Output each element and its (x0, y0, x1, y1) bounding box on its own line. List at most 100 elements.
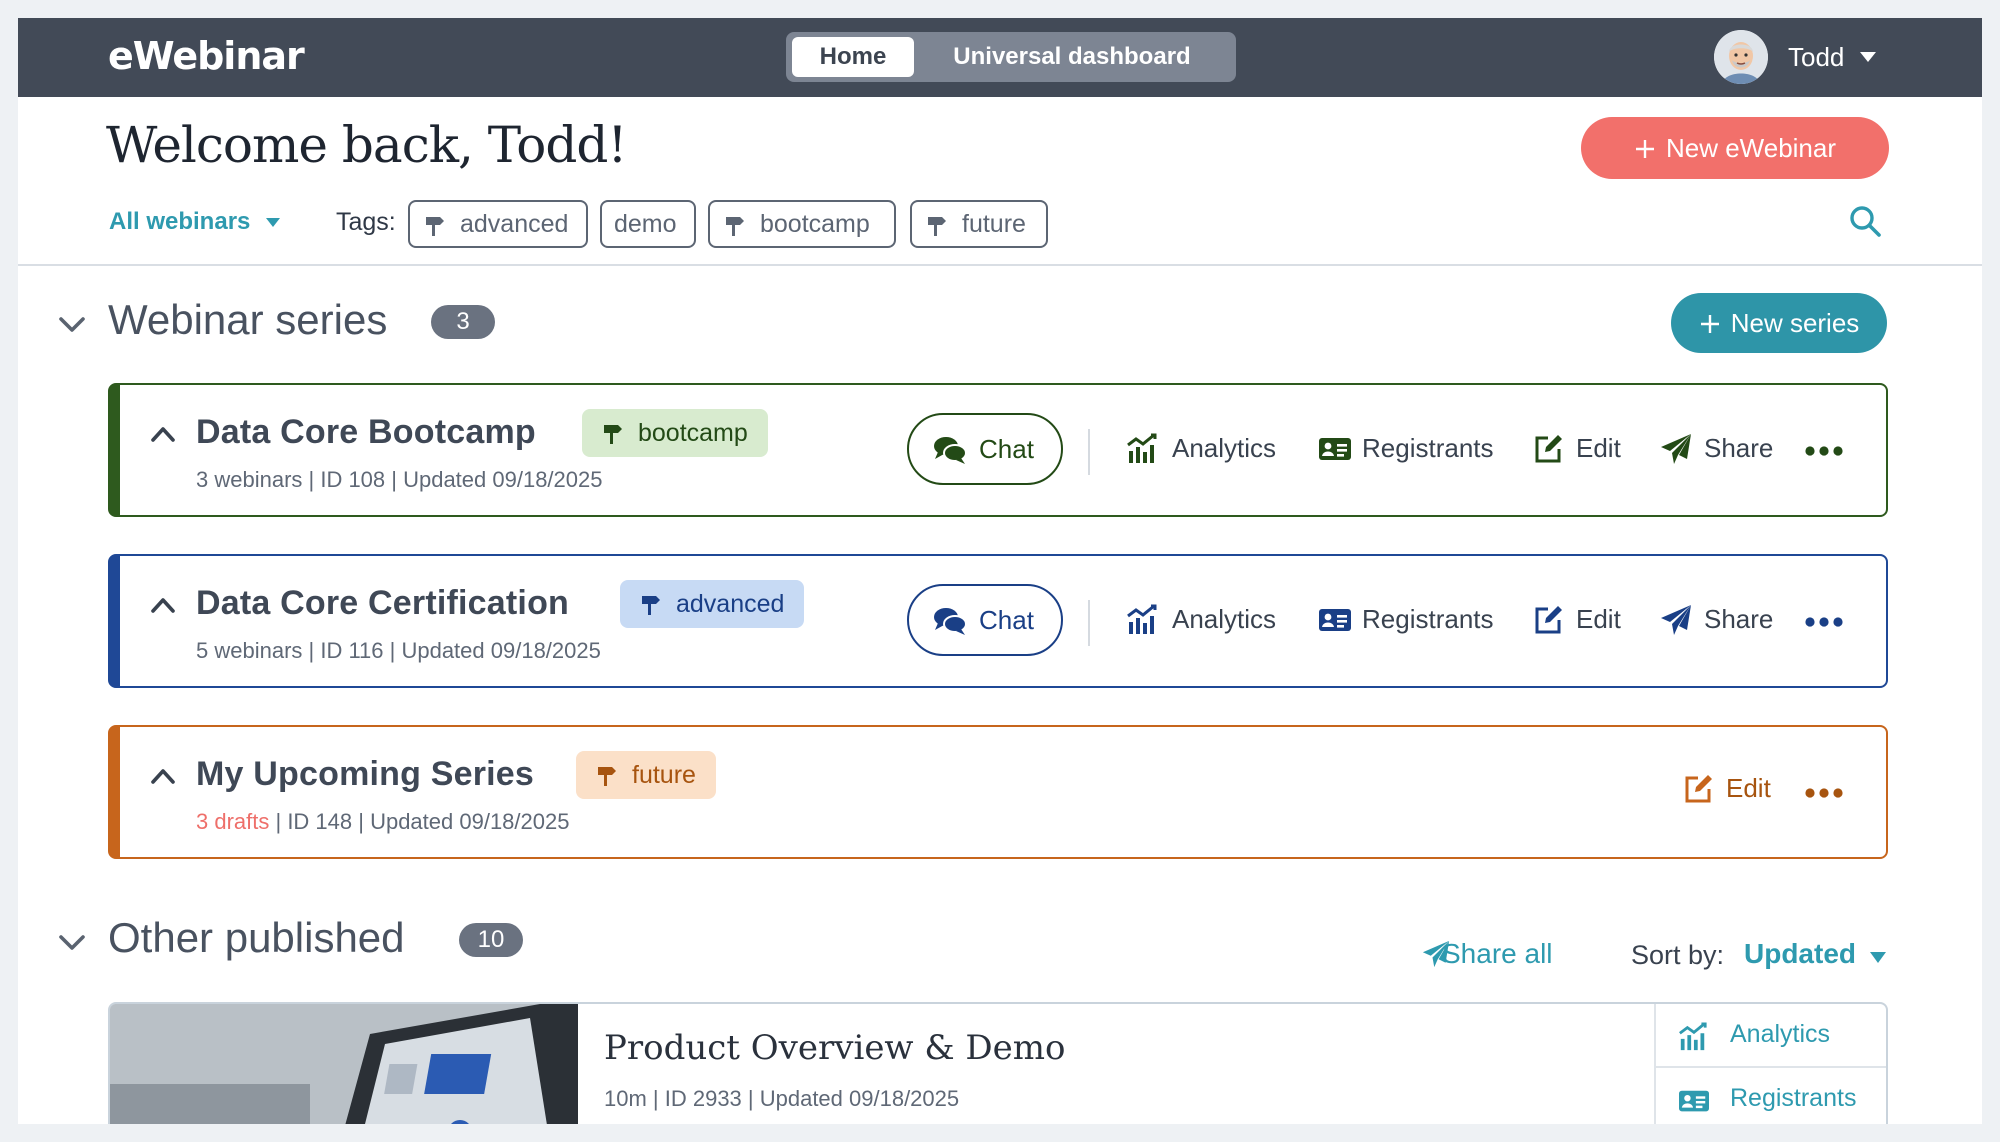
ewebinar-logo[interactable]: eWebinar (108, 34, 305, 78)
id-card-icon (1319, 438, 1351, 460)
tag-filter-demo[interactable]: demo (600, 200, 696, 248)
actions-divider (1088, 429, 1090, 475)
signpost-icon (726, 217, 744, 236)
analytics-link[interactable]: Analytics (1656, 1004, 1886, 1066)
series-card-my-upcoming-series[interactable]: My Upcoming Series future 3 drafts | ID … (108, 725, 1888, 859)
series-count-badge: 3 (431, 305, 495, 339)
analytics-label: Analytics (1730, 1020, 1831, 1048)
tag-filter-advanced[interactable]: advanced (408, 200, 588, 248)
tag-label: demo (614, 210, 677, 238)
webinar-card-product-overview[interactable]: Product Overview & Demo 10m | ID 2933 | … (108, 1002, 1888, 1124)
new-ewebinar-button[interactable]: New eWebinar (1581, 117, 1889, 179)
search-icon[interactable] (1848, 204, 1882, 238)
edit-link[interactable]: Edit (1532, 433, 1632, 467)
app-window: eWebinar Home Universal dashboard Todd W… (18, 18, 1982, 1124)
analytics-label: Analytics (1172, 433, 1277, 463)
sort-dropdown[interactable]: Updated (1744, 938, 1856, 970)
tab-home[interactable]: Home (792, 37, 914, 77)
series-webinar-count: 3 webinars (196, 467, 303, 492)
analytics-chart-icon (1127, 604, 1157, 634)
chevron-down-icon[interactable] (1870, 952, 1886, 963)
share-link[interactable]: Share (1660, 604, 1780, 638)
analytics-label: Analytics (1172, 604, 1277, 634)
share-label: Share (1704, 604, 1774, 634)
tab-universal-dashboard[interactable]: Universal dashboard (914, 37, 1230, 77)
chevron-down-icon[interactable] (58, 934, 86, 952)
chat-button[interactable]: Chat (907, 584, 1063, 656)
user-avatar[interactable] (1714, 30, 1768, 84)
series-title[interactable]: My Upcoming Series (196, 755, 534, 794)
signpost-icon (426, 217, 444, 236)
chat-button[interactable]: Chat (907, 413, 1063, 485)
new-series-label: New series (1730, 308, 1860, 338)
analytics-chart-icon (1679, 1022, 1707, 1051)
published-count-badge: 10 (459, 923, 523, 957)
avatar-illustration-icon (1714, 30, 1768, 84)
edit-label: Edit (1576, 433, 1621, 463)
user-menu-name[interactable]: Todd (1788, 42, 1844, 73)
series-tag-label: bootcamp (638, 419, 748, 447)
chevron-down-icon[interactable] (266, 218, 280, 227)
edit-label: Edit (1576, 604, 1621, 634)
actions-divider (1088, 600, 1090, 646)
webinar-title[interactable]: Product Overview & Demo (604, 1028, 1066, 1068)
webinar-actions: Analytics Registrants (1654, 1004, 1886, 1124)
tag-label: bootcamp (760, 210, 870, 238)
tag-filter-future[interactable]: future (910, 200, 1048, 248)
edit-icon (1535, 606, 1562, 634)
signpost-icon (642, 596, 660, 615)
edit-label: Edit (1726, 773, 1771, 803)
webinar-meta: 10m | ID 2933 | Updated 09/18/2025 (604, 1086, 960, 1111)
paper-plane-icon (1661, 434, 1691, 464)
chevron-up-icon[interactable] (150, 767, 176, 785)
series-meta-details: | ID 148 | Updated 09/18/2025 (269, 809, 570, 834)
analytics-chart-icon (1127, 433, 1157, 463)
other-published-heading: Other published (108, 914, 405, 961)
sort-label: Sort by: (1631, 940, 1725, 970)
edit-icon (1535, 435, 1562, 463)
chevron-down-icon[interactable] (58, 316, 86, 334)
webinar-filter-dropdown[interactable]: All webinars (109, 208, 250, 236)
more-options-icon[interactable] (1804, 787, 1844, 799)
id-card-icon (1319, 609, 1351, 631)
edit-link[interactable]: Edit (1682, 773, 1782, 807)
analytics-link[interactable]: Analytics (1126, 604, 1286, 638)
series-tag-badge: bootcamp (582, 409, 768, 457)
plus-icon (1700, 315, 1719, 333)
dashboard-toggle: Home Universal dashboard (786, 32, 1236, 82)
registrants-link[interactable]: Registrants (1656, 1068, 1886, 1124)
registrants-label: Registrants (1362, 433, 1494, 463)
analytics-link[interactable]: Analytics (1126, 433, 1286, 467)
signpost-icon (928, 217, 946, 236)
series-tag-label: future (632, 761, 696, 789)
plus-icon (1635, 140, 1654, 158)
new-series-button[interactable]: New series (1671, 293, 1887, 353)
registrants-link[interactable]: Registrants (1318, 433, 1504, 467)
series-title[interactable]: Data Core Certification (196, 584, 569, 623)
series-card-data-core-certification[interactable]: Data Core Certification advanced 5 webin… (108, 554, 1888, 688)
laptop-photo-icon (110, 1004, 578, 1124)
series-title[interactable]: Data Core Bootcamp (196, 413, 536, 452)
series-tag-label: advanced (676, 590, 785, 618)
chevron-up-icon[interactable] (150, 596, 176, 614)
chat-bubbles-icon (934, 608, 967, 635)
series-meta-details: | ID 116 | Updated 09/18/2025 (302, 638, 601, 663)
chevron-down-icon[interactable] (1860, 52, 1876, 62)
registrants-label: Registrants (1730, 1084, 1857, 1112)
webinar-thumbnail[interactable] (110, 1004, 578, 1124)
more-options-icon[interactable] (1804, 616, 1844, 628)
tag-filter-bootcamp[interactable]: bootcamp (708, 200, 896, 248)
share-all-link[interactable]: Share all (1442, 938, 1553, 970)
top-navigation-bar: eWebinar Home Universal dashboard Todd (18, 18, 1982, 97)
chevron-up-icon[interactable] (150, 425, 176, 443)
signpost-icon (604, 425, 622, 444)
more-options-icon[interactable] (1804, 445, 1844, 457)
registrants-link[interactable]: Registrants (1318, 604, 1504, 638)
id-card-icon (1679, 1090, 1709, 1112)
edit-link[interactable]: Edit (1532, 604, 1632, 638)
series-card-data-core-bootcamp[interactable]: Data Core Bootcamp bootcamp 3 webinars |… (108, 383, 1888, 517)
series-drafts-count[interactable]: 3 drafts (196, 809, 269, 834)
series-webinar-count: 5 webinars (196, 638, 303, 663)
chat-label: Chat (979, 605, 1034, 635)
share-link[interactable]: Share (1660, 433, 1780, 467)
